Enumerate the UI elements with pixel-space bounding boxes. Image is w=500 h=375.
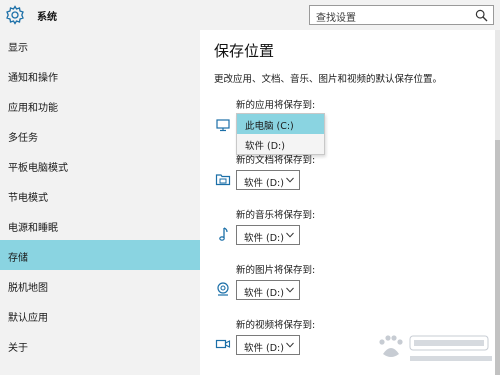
- videos-save-label: 新的视频将保存到:: [236, 320, 316, 331]
- sidebar-item-label: 多任务: [8, 133, 38, 144]
- video-camera-icon: [215, 339, 231, 349]
- sidebar-item-label: 节电模式: [8, 193, 48, 204]
- sidebar-item-label: 脱机地图: [8, 283, 48, 294]
- apps-location-dropdown-popup[interactable]: 此电脑 (C:) 软件 (D:): [236, 113, 325, 155]
- apps-save-label: 新的应用将保存到:: [236, 100, 316, 111]
- chevron-down-icon: [286, 342, 294, 348]
- dropdown-value: 软件 (D:): [244, 233, 284, 244]
- dropdown-value: 软件 (D:): [244, 288, 284, 299]
- music-save-label: 新的音乐将保存到:: [236, 210, 316, 221]
- title-bar: 系统 查找设置: [0, 0, 500, 30]
- scrollbar[interactable]: [495, 30, 500, 375]
- baidu-watermark-logo: [379, 335, 492, 361]
- sidebar-item-notifications[interactable]: 通知和操作: [0, 60, 200, 90]
- documents-location-dropdown[interactable]: 软件 (D:): [236, 170, 300, 190]
- search-input[interactable]: 查找设置: [309, 5, 494, 25]
- sidebar-item-storage[interactable]: 存储: [0, 240, 200, 270]
- app-title: 系统: [37, 12, 57, 23]
- option-label: 软件 (D:): [245, 141, 285, 152]
- music-location-dropdown[interactable]: 软件 (D:): [236, 225, 300, 245]
- music-note-icon: [219, 227, 228, 241]
- sidebar-item-about[interactable]: 关于: [0, 330, 200, 360]
- sidebar-item-offline-maps[interactable]: 脱机地图: [0, 270, 200, 300]
- gear-icon: [6, 5, 24, 25]
- sidebar-item-power-sleep[interactable]: 电源和睡眠: [0, 210, 200, 240]
- sidebar-item-label: 显示: [8, 43, 28, 54]
- sidebar-item-label: 通知和操作: [8, 73, 58, 84]
- main-content: 保存位置 更改应用、文档、音乐、图片和视频的默认保存位置。 新的应用将保存到: …: [200, 30, 500, 375]
- sidebar-item-label: 平板电脑模式: [8, 163, 68, 174]
- sidebar-item-label: 电源和睡眠: [8, 223, 58, 234]
- search-icon[interactable]: [475, 9, 488, 22]
- sidebar-item-tablet-mode[interactable]: 平板电脑模式: [0, 150, 200, 180]
- option-label: 此电脑 (C:): [245, 121, 294, 132]
- videos-location-dropdown[interactable]: 软件 (D:): [236, 335, 300, 355]
- chevron-down-icon: [286, 177, 294, 183]
- sidebar-item-label: 存储: [8, 253, 28, 264]
- dropdown-option-c-drive[interactable]: 此电脑 (C:): [237, 114, 324, 134]
- sidebar-item-label: 关于: [8, 343, 28, 354]
- page-description: 更改应用、文档、音乐、图片和视频的默认保存位置。: [214, 74, 443, 85]
- dropdown-value: 软件 (D:): [244, 178, 284, 189]
- sidebar-item-apps-features[interactable]: 应用和功能: [0, 90, 200, 120]
- chevron-down-icon: [286, 232, 294, 238]
- pictures-save-label: 新的图片将保存到:: [236, 265, 316, 276]
- camera-icon: [217, 282, 229, 296]
- page-title: 保存位置: [214, 42, 275, 60]
- dropdown-value: 软件 (D:): [244, 343, 284, 354]
- folder-icon: [215, 174, 231, 186]
- sidebar: 显示 通知和操作 应用和功能 多任务 平板电脑模式 节电模式 电源和睡眠 存储 …: [0, 30, 200, 375]
- monitor-icon: [216, 119, 230, 132]
- sidebar-item-label: 默认应用: [8, 313, 48, 324]
- sidebar-item-label: 应用和功能: [8, 103, 58, 114]
- sidebar-item-default-apps[interactable]: 默认应用: [0, 300, 200, 330]
- search-placeholder: 查找设置: [316, 13, 356, 24]
- sidebar-item-battery-saver[interactable]: 节电模式: [0, 180, 200, 210]
- sidebar-item-display[interactable]: 显示: [0, 30, 200, 60]
- pictures-location-dropdown[interactable]: 软件 (D:): [236, 280, 300, 300]
- dropdown-option-d-drive[interactable]: 软件 (D:): [237, 134, 324, 154]
- chevron-down-icon: [286, 287, 294, 293]
- sidebar-item-multitasking[interactable]: 多任务: [0, 120, 200, 150]
